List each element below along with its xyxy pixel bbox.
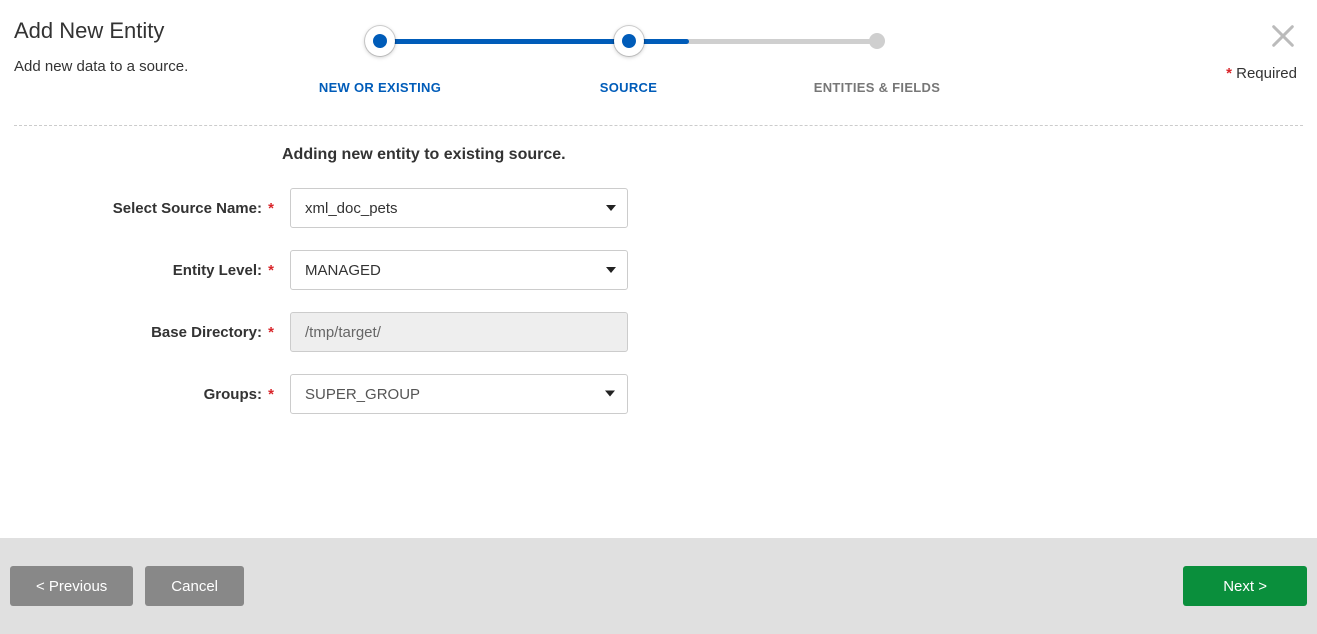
previous-button[interactable]: < Previous bbox=[10, 566, 133, 606]
required-note: * Required bbox=[1226, 65, 1297, 82]
step-dot bbox=[614, 26, 644, 56]
step-label: ENTITIES & FIELDS bbox=[777, 80, 977, 95]
cancel-button[interactable]: Cancel bbox=[145, 566, 244, 606]
step-dot bbox=[869, 33, 885, 49]
form-area: Adding new entity to existing source. Se… bbox=[0, 126, 1317, 414]
dialog-header: Add New Entity Add new data to a source.… bbox=[0, 0, 1317, 75]
required-label: Required bbox=[1236, 65, 1297, 82]
row-groups: Groups: * SUPER_GROUP bbox=[14, 374, 1303, 414]
label-source-name: Select Source Name: * bbox=[14, 200, 276, 217]
stepper: NEW OR EXISTING SOURCE ENTITIES & FIELDS bbox=[320, 20, 937, 100]
step-new-or-existing[interactable]: NEW OR EXISTING bbox=[280, 20, 480, 95]
input-base-directory: /tmp/target/ bbox=[290, 312, 628, 352]
step-label: SOURCE bbox=[529, 80, 729, 95]
step-dot bbox=[365, 26, 395, 56]
required-asterisk-icon: * bbox=[1226, 65, 1232, 82]
select-groups[interactable]: SUPER_GROUP bbox=[290, 374, 628, 414]
row-entity-level: Entity Level: * MANAGED bbox=[14, 250, 1303, 290]
row-base-directory: Base Directory: * /tmp/target/ bbox=[14, 312, 1303, 352]
next-button[interactable]: Next > bbox=[1183, 566, 1307, 606]
step-entities-fields: ENTITIES & FIELDS bbox=[777, 20, 977, 95]
form-heading: Adding new entity to existing source. bbox=[282, 146, 1303, 164]
footer-bar: < Previous Cancel Next > bbox=[0, 538, 1317, 634]
step-source[interactable]: SOURCE bbox=[529, 20, 729, 95]
label-groups: Groups: * bbox=[14, 386, 276, 403]
row-source-name: Select Source Name: * xml_doc_pets bbox=[14, 188, 1303, 228]
select-entity-level[interactable]: MANAGED bbox=[290, 250, 628, 290]
select-source-name[interactable]: xml_doc_pets bbox=[290, 188, 628, 228]
label-entity-level: Entity Level: * bbox=[14, 262, 276, 279]
close-icon[interactable] bbox=[1269, 22, 1297, 50]
step-label: NEW OR EXISTING bbox=[280, 80, 480, 95]
label-base-directory: Base Directory: * bbox=[14, 324, 276, 341]
